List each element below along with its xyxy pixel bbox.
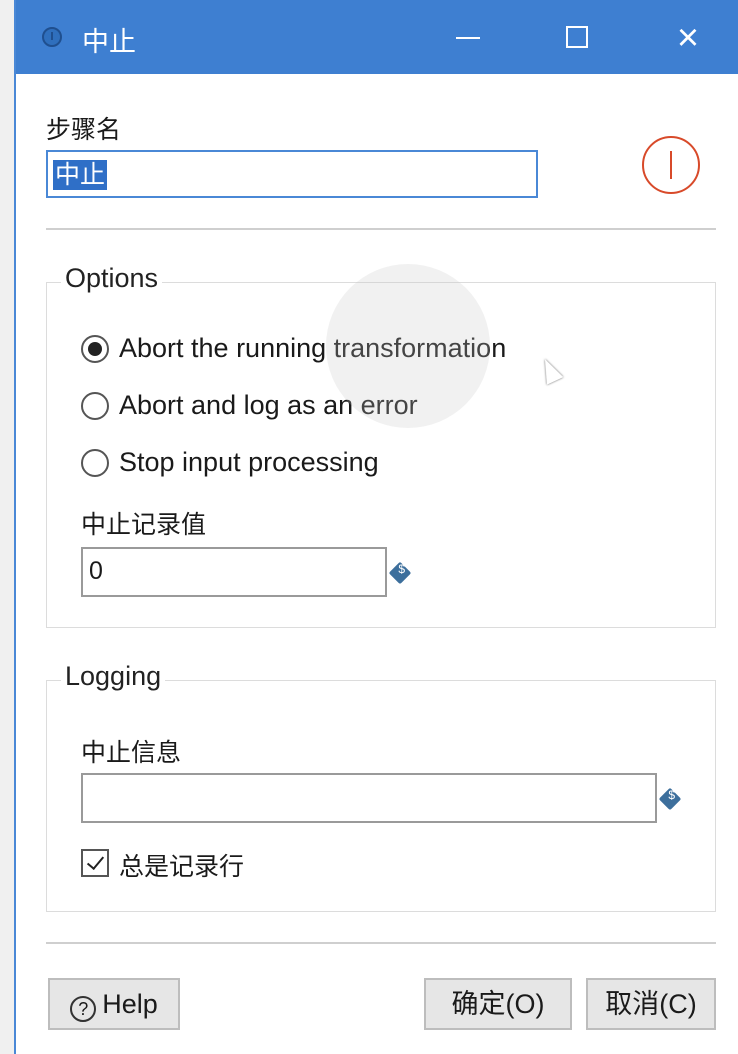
divider (46, 228, 716, 230)
pause-overlay (326, 264, 490, 428)
ok-button[interactable]: 确定(O) (424, 978, 572, 1030)
maximize-button[interactable] (548, 14, 608, 62)
title-bar[interactable]: 中止 × (16, 0, 738, 74)
logging-group-title: Logging (61, 661, 166, 692)
variable-icon[interactable] (658, 787, 682, 811)
minimize-button[interactable] (438, 14, 498, 62)
question-icon: ? (70, 996, 97, 1022)
radio-button-checked[interactable] (81, 335, 109, 363)
abort-message-label: 中止信息 (81, 739, 182, 767)
radio-button[interactable] (81, 392, 109, 420)
abort-threshold-label: 中止记录值 (81, 511, 207, 539)
variable-icon[interactable] (388, 561, 412, 585)
info-circle-icon (42, 27, 62, 47)
radio-label: Stop input processing (119, 447, 379, 477)
abort-dialog: 中止 × 步骤名 中止 Options Abort the running tr… (14, 0, 738, 1054)
step-name-input[interactable]: 中止 (46, 150, 538, 198)
cancel-button[interactable]: 取消(C) (586, 978, 716, 1030)
abort-icon (642, 136, 700, 194)
logging-group: Logging 中止信息 总是记录行 (46, 661, 716, 912)
step-name-value: 中止 (53, 160, 108, 190)
help-button[interactable]: ? Help (48, 978, 180, 1030)
window-title: 中止 (82, 27, 136, 57)
abort-message-input[interactable] (81, 773, 657, 823)
options-group-title: Options (61, 263, 163, 294)
always-log-rows-checkbox[interactable] (81, 849, 109, 877)
step-name-label: 步骤名 (46, 116, 122, 144)
help-label: Help (102, 989, 158, 1019)
abort-threshold-input[interactable]: 0 (81, 547, 387, 597)
divider (46, 942, 716, 944)
close-button[interactable]: × (658, 14, 718, 62)
radio-button[interactable] (81, 449, 109, 477)
always-log-rows-label: 总是记录行 (119, 853, 245, 881)
